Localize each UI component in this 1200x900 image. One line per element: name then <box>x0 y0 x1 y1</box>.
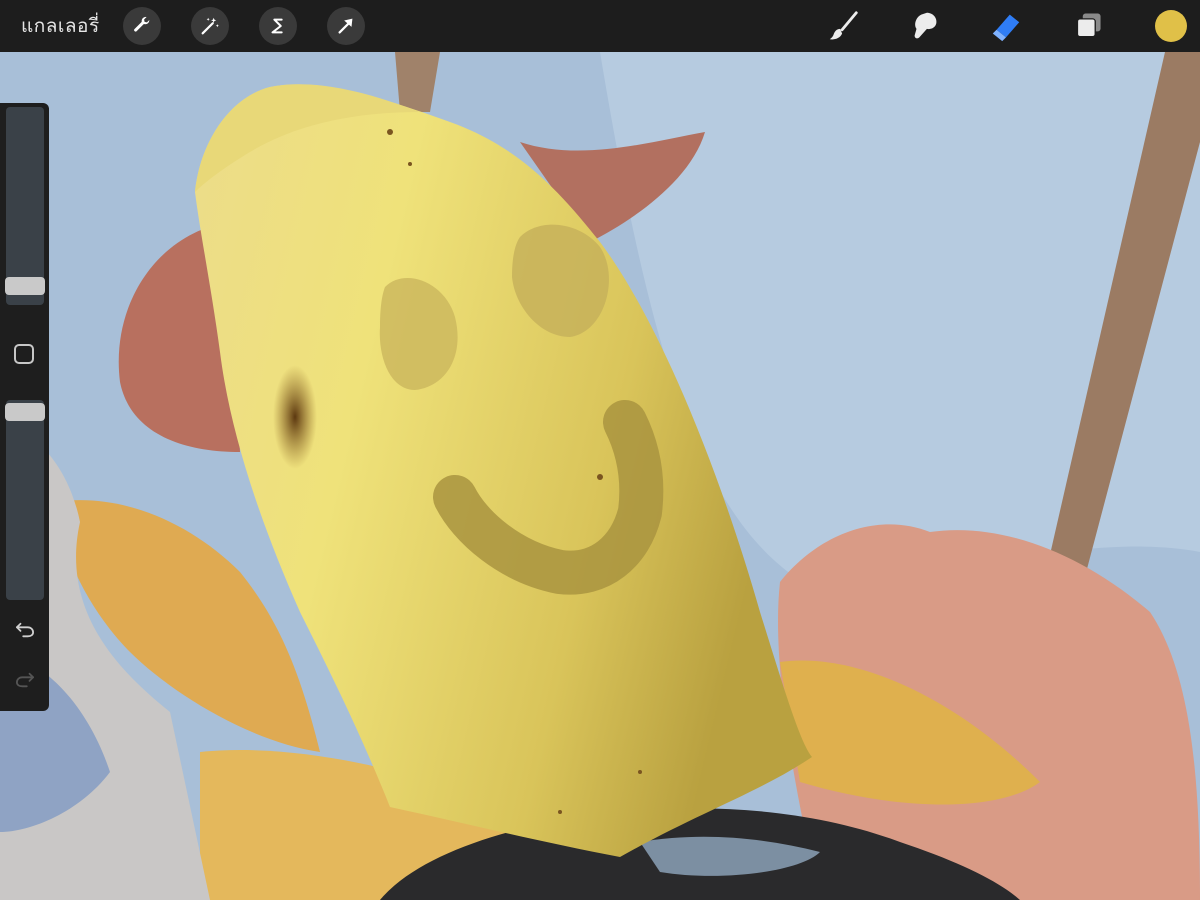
redo-icon <box>15 672 34 688</box>
opacity-slider[interactable] <box>6 400 44 600</box>
brush-button[interactable] <box>826 8 862 44</box>
opacity-thumb[interactable] <box>5 403 45 421</box>
color-picker-button[interactable] <box>1155 10 1187 42</box>
adjustments-button[interactable] <box>191 7 229 45</box>
actions-icon <box>134 16 150 32</box>
layers-icon <box>1076 13 1101 38</box>
actions-button[interactable] <box>123 7 161 45</box>
transform-button[interactable] <box>327 7 365 45</box>
transform-icon <box>338 18 353 34</box>
brush-size-slider[interactable] <box>6 107 44 305</box>
gallery-link[interactable]: แกลเลอรี่ <box>21 13 100 39</box>
redo-button[interactable] <box>12 669 38 691</box>
top-toolbar: แกลเลอรี่ <box>0 0 1200 52</box>
drawing-canvas[interactable] <box>0 52 1200 900</box>
modify-button[interactable] <box>14 344 34 364</box>
eraser-icon <box>992 14 1020 42</box>
selection-button[interactable] <box>259 7 297 45</box>
eraser-button[interactable] <box>988 8 1024 44</box>
smudge-button[interactable] <box>907 8 943 44</box>
adjustments-icon <box>201 17 219 35</box>
brush-size-thumb[interactable] <box>5 276 45 295</box>
undo-button[interactable] <box>12 619 38 641</box>
undo-icon <box>15 622 35 638</box>
selection-icon <box>271 18 283 34</box>
artwork <box>0 52 1200 900</box>
side-toolbar <box>0 103 49 711</box>
brush-icon <box>829 11 858 40</box>
smudge-icon <box>914 12 937 39</box>
layers-button[interactable] <box>1071 8 1107 44</box>
